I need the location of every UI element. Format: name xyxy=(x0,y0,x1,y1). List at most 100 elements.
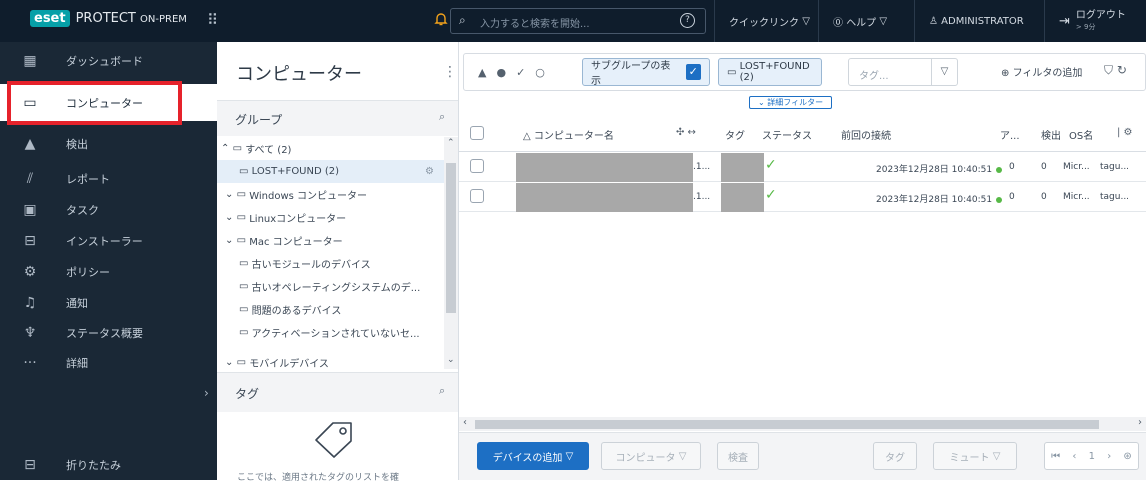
tree-item-linux[interactable]: ⌄ ▭ Linuxコンピューター xyxy=(217,206,444,229)
column-header-name[interactable]: △ コンピューター名 xyxy=(523,127,614,142)
product-logo[interactable]: eset PROTECT ON-PREM xyxy=(30,10,187,27)
extra-column: tagu... xyxy=(1100,162,1130,172)
user-menu[interactable]: ♙ ADMINISTRATOR xyxy=(914,0,1044,42)
refresh-icon[interactable]: ↻ xyxy=(1117,63,1127,77)
scrollbar-thumb[interactable] xyxy=(446,163,456,313)
search-icon[interactable]: ⌕ xyxy=(439,384,445,398)
scroll-right-icon[interactable]: › xyxy=(1138,417,1142,428)
show-subgroups-toggle[interactable]: サブグループの表示 ✓ xyxy=(582,58,710,87)
logout-label: ログアウト xyxy=(1075,9,1126,21)
search-help-icon[interactable]: ? xyxy=(680,13,695,28)
scrollbar-thumb[interactable] xyxy=(475,420,1099,429)
folder-icon: ▭ xyxy=(236,356,247,368)
next-page-icon[interactable]: › xyxy=(1107,451,1111,462)
row-checkbox[interactable] xyxy=(470,189,484,203)
advanced-filters-label: 詳細フィルター xyxy=(767,98,824,107)
tree-item-outdated-modules[interactable]: ▭ 古いモジュールのデバイス xyxy=(217,252,444,275)
group-filter-chip[interactable]: ▭ LOST+FOUND (2) xyxy=(718,58,822,86)
tags-button[interactable]: タグ xyxy=(873,442,917,470)
advanced-filters-toggle[interactable]: ⌄ 詳細フィルター xyxy=(749,96,833,109)
computer-menu-label: コンピュータ xyxy=(615,452,676,464)
mute-button[interactable]: ミュート ▽ xyxy=(933,442,1017,470)
tree-item-label: モバイルデバイス xyxy=(249,358,329,370)
error-filter-icon[interactable]: ● xyxy=(496,66,506,79)
search-box[interactable]: ⌕ 入力すると検索を開始... ? xyxy=(450,8,706,34)
column-header-last-connected[interactable]: 前回の接続 xyxy=(841,127,891,142)
groups-title: グループ xyxy=(235,113,283,127)
kebab-menu-icon[interactable]: ⋮ xyxy=(443,64,457,80)
column-settings-icon[interactable]: | ⚙ xyxy=(1117,127,1133,138)
tree-item-not-activated[interactable]: ▭ アクティベーションされていないセ... xyxy=(217,321,444,344)
none-filter-icon[interactable]: ○ xyxy=(535,66,545,79)
prev-page-icon[interactable]: ‹ xyxy=(1072,451,1076,462)
warning-filter-icon[interactable]: ▲ xyxy=(478,66,486,79)
filter-bar: ▲ ● ✓ ○ サブグループの表示 ✓ ▭ LOST+FOUND (2) タグ..… xyxy=(463,53,1146,91)
table-horizontal-scrollbar[interactable]: ‹ › xyxy=(459,417,1146,431)
tree-item-label: Windows コンピューター xyxy=(249,191,368,202)
funnel-icon[interactable]: ⛉ xyxy=(1104,63,1113,77)
group-tree-scrollbar[interactable]: ⌃ ⌄ xyxy=(444,137,458,369)
collapse-sidebar-button[interactable]: ⊟ 折りたたみ xyxy=(0,446,217,483)
sidebar-item-detections[interactable]: ▲ 検出 xyxy=(0,125,217,162)
chevron-down-icon: ⌄ xyxy=(225,235,234,246)
tag-icon xyxy=(315,422,352,458)
scroll-up-icon[interactable]: ⌃ xyxy=(447,138,455,148)
tree-item-windows[interactable]: ⌄ ▭ Windows コンピューター xyxy=(217,183,444,206)
ok-filter-icon[interactable]: ✓ xyxy=(516,66,525,79)
select-all-checkbox[interactable] xyxy=(470,126,484,140)
tree-item-outdated-os[interactable]: ▭ 古いオペレーティングシステムのデ... xyxy=(217,275,444,298)
quick-links-menu[interactable]: クイックリンク ▽ xyxy=(714,0,818,42)
column-header-status[interactable]: ステータス xyxy=(762,127,812,142)
column-header-tags[interactable]: タグ xyxy=(725,127,745,142)
notification-bell-icon[interactable] xyxy=(434,12,448,30)
add-device-button[interactable]: デバイスの追加 ▽ xyxy=(477,442,589,470)
tree-item-label: Linuxコンピューター xyxy=(249,214,347,225)
sidebar-item-more[interactable]: ··· 詳細 xyxy=(0,344,217,381)
chevron-down-icon[interactable]: ▽ xyxy=(931,59,957,85)
tree-item-lost-found[interactable]: ▭ LOST+FOUND (2) ⚙ xyxy=(217,160,444,183)
first-page-icon[interactable]: ⏮ xyxy=(1051,451,1060,462)
os-name: Micr... xyxy=(1063,192,1090,202)
chevron-down-icon: ▽ xyxy=(992,450,1001,462)
page-number[interactable]: 1 xyxy=(1089,451,1095,462)
user-name: ADMINISTRATOR xyxy=(941,15,1024,27)
tree-item-mac[interactable]: ⌄ ▭ Mac コンピューター xyxy=(217,229,444,252)
computer-menu-button[interactable]: コンピュータ ▽ xyxy=(601,442,701,470)
row-checkbox[interactable] xyxy=(470,159,484,173)
tree-item-problem-devices[interactable]: ▭ 問題のあるデバイス xyxy=(217,298,444,321)
column-header-alerts[interactable]: ア... xyxy=(1000,127,1020,142)
help-menu[interactable]: ⓪ ヘルプ ▽ xyxy=(818,0,914,42)
chevron-down-icon: ⌄ xyxy=(758,98,765,107)
app-grid-icon[interactable]: ⠿ xyxy=(207,11,218,29)
product-edition: ON-PREM xyxy=(140,14,187,25)
folder-icon: ▭ xyxy=(236,235,247,246)
scroll-down-icon[interactable]: ⌄ xyxy=(447,355,455,365)
tree-item-mobile[interactable]: ⌄ ▭ モバイルデバイス xyxy=(217,353,444,370)
tag-filter-input[interactable]: タグ... ▽ xyxy=(848,58,958,86)
column-header-os[interactable]: OS名 xyxy=(1069,127,1093,142)
checkbox-checked-icon[interactable]: ✓ xyxy=(685,64,701,80)
table-row[interactable]: .1... ✓ 2023年12月28日 10:40:51 0 0 Micr...… xyxy=(459,183,1146,212)
scroll-left-icon[interactable]: ‹ xyxy=(463,417,467,428)
column-header-detections[interactable]: 検出 xyxy=(1041,127,1061,142)
folder-icon: ▭ xyxy=(727,66,737,78)
top-bar: eset PROTECT ON-PREM ⠿ ⌕ 入力すると検索を開始... ?… xyxy=(0,0,1146,42)
scan-button[interactable]: 検査 xyxy=(717,442,759,470)
scan-label: 検査 xyxy=(728,452,748,464)
sidebar-item-label: 詳細 xyxy=(66,356,88,370)
sidebar-item-dashboard[interactable]: ▦ ダッシュボード xyxy=(0,42,217,79)
detections-count: 0 xyxy=(1041,162,1047,172)
chevron-down-icon: ▽ xyxy=(802,15,810,27)
warning-icon: ▲ xyxy=(24,135,36,152)
gear-icon[interactable]: ⚙ xyxy=(425,166,434,177)
table-row[interactable]: .1... ✓ 2023年12月28日 10:40:51 0 0 Micr...… xyxy=(459,153,1146,182)
last-connected: 2023年12月28日 10:40:51 xyxy=(876,162,1003,175)
add-filter-button[interactable]: ⊕ フィルタの追加 xyxy=(1001,64,1082,79)
column-resize-icon[interactable]: ✣ ↔ xyxy=(676,127,696,138)
page-options-icon[interactable]: ⊛ xyxy=(1123,451,1131,462)
chevron-down-icon: ⌄ xyxy=(225,356,234,368)
logout-button[interactable]: ⇥ ログアウト > 9分 xyxy=(1044,0,1146,42)
tree-item-all[interactable]: ⌃ ▭ すべて (2) xyxy=(217,137,444,160)
tree-item-label: 古いオペレーティングシステムのデ... xyxy=(251,283,421,294)
search-icon[interactable]: ⌕ xyxy=(439,110,445,124)
